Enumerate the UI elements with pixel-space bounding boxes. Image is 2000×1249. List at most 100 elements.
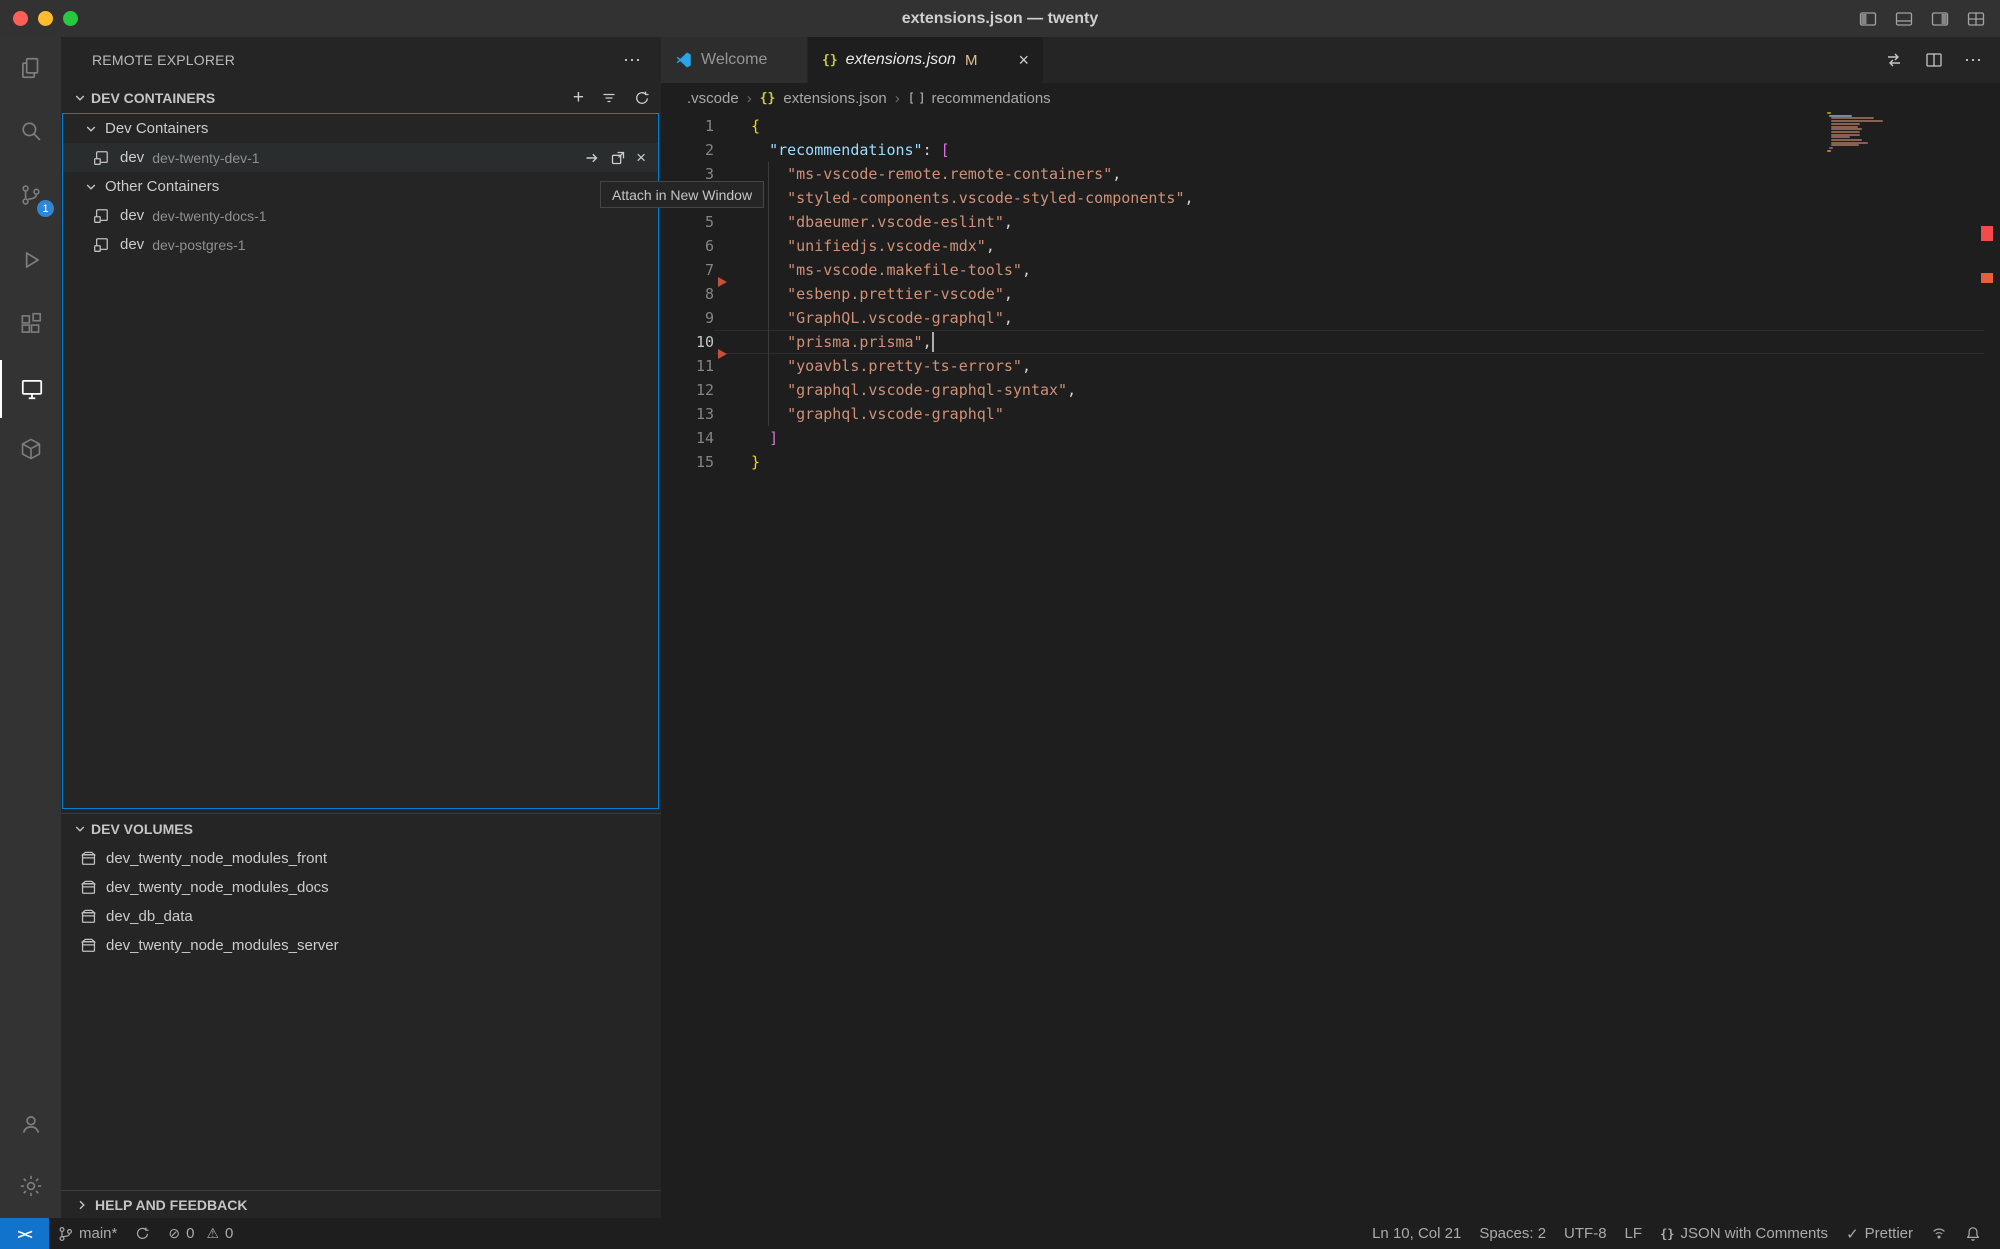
line-number: 1 — [661, 114, 714, 138]
volume-item-dev_twenty_node_modules_front[interactable]: dev_twenty_node_modules_front — [61, 844, 661, 873]
vscode-logo-icon — [675, 51, 693, 69]
activity-explorer-icon[interactable] — [0, 39, 61, 97]
code-line-7[interactable]: 7 "ms-vscode.makefile-tools", — [661, 258, 2000, 282]
activity-source-control-icon[interactable]: 1 — [0, 166, 61, 224]
tab-extensions-json[interactable]: {} extensions.json M × — [808, 37, 1043, 83]
indentation-item[interactable]: Spaces: 2 — [1470, 1225, 1555, 1242]
settings-gear-icon[interactable] — [0, 1157, 61, 1215]
code-line-10[interactable]: 10 "prisma.prisma", — [661, 330, 2000, 354]
line-number: 10 — [661, 330, 714, 354]
code-line-4[interactable]: 4 "styled-components.vscode-styled-compo… — [661, 186, 2000, 210]
attach-to-container-icon[interactable] — [584, 150, 600, 166]
activity-containers-icon[interactable] — [0, 420, 61, 478]
line-number: 5 — [661, 210, 714, 234]
more-actions-icon[interactable]: ⋯ — [623, 50, 641, 71]
sync-icon — [135, 1226, 150, 1241]
volume-item-dev_twenty_node_modules_server[interactable]: dev_twenty_node_modules_server — [61, 931, 661, 960]
activity-search-icon[interactable] — [0, 102, 61, 160]
code-line-13[interactable]: 13 "graphql.vscode-graphql" — [661, 402, 2000, 426]
formatter-item[interactable]: ✓ Prettier — [1837, 1225, 1922, 1243]
container-item-dev-twenty-docs-1[interactable]: devdev-twenty-docs-1 — [63, 201, 658, 230]
volume-icon — [80, 850, 97, 867]
overview-ruler-mark — [1981, 226, 1993, 241]
overview-ruler-mark — [1981, 273, 1993, 283]
toggle-primary-sidebar-icon[interactable] — [1858, 9, 1878, 29]
line-number: 13 — [661, 402, 714, 426]
code-line-2[interactable]: 2 "recommendations": [ — [661, 138, 2000, 162]
attach-in-new-window-icon[interactable] — [610, 150, 626, 166]
code-line-1[interactable]: 1{ — [661, 114, 2000, 138]
json-file-icon: {} — [822, 53, 838, 68]
notifications-bell-icon[interactable] — [1956, 1226, 1990, 1242]
close-container-icon[interactable]: × — [636, 150, 646, 166]
tooltip-attach-in-new-window: Attach in New Window — [600, 181, 764, 208]
eol-item[interactable]: LF — [1616, 1225, 1652, 1242]
dev-volumes-header[interactable]: DEV VOLUMES — [61, 814, 661, 844]
breadcrumb-symbol[interactable]: recommendations — [931, 90, 1050, 107]
remote-icon: >< — [17, 1226, 31, 1242]
tree-group-dev-containers[interactable]: Dev Containers — [63, 114, 658, 143]
split-editor-icon[interactable] — [1924, 50, 1944, 70]
tab-welcome[interactable]: Welcome — [661, 37, 808, 83]
code-line-5[interactable]: 5 "dbaeumer.vscode-eslint", — [661, 210, 2000, 234]
layout-controls — [1858, 0, 1986, 37]
problems-item[interactable]: ⊘ 0 ⚠ 0 — [159, 1218, 242, 1249]
line-number: 15 — [661, 450, 714, 474]
filter-icon[interactable] — [601, 90, 617, 106]
toggle-panel-icon[interactable] — [1894, 9, 1914, 29]
editor-actions: ⋯ — [1884, 37, 1982, 83]
warning-icon: ⚠ — [206, 1225, 219, 1242]
status-right: Ln 10, Col 21 Spaces: 2 UTF-8 LF {} JSON… — [1363, 1225, 2000, 1243]
container-item-dev-postgres-1[interactable]: devdev-postgres-1 — [63, 230, 658, 259]
code-line-15[interactable]: 15} — [661, 450, 2000, 474]
git-deleted-marker — [718, 349, 727, 359]
code-line-11[interactable]: 11 "yoavbls.pretty-ts-errors", — [661, 354, 2000, 378]
more-actions-icon[interactable]: ⋯ — [1964, 50, 1982, 71]
activity-bar: 1 — [0, 37, 61, 1218]
volume-item-dev_twenty_node_modules_docs[interactable]: dev_twenty_node_modules_docs — [61, 873, 661, 902]
toggle-secondary-sidebar-icon[interactable] — [1930, 9, 1950, 29]
code-line-12[interactable]: 12 "graphql.vscode-graphql-syntax", — [661, 378, 2000, 402]
accounts-icon[interactable] — [0, 1095, 61, 1153]
section-help-and-feedback[interactable]: HELP AND FEEDBACK — [61, 1190, 661, 1218]
container-item-dev-twenty-dev-1[interactable]: devdev-twenty-dev-1× — [63, 143, 658, 172]
window-title: extensions.json — twenty — [0, 0, 2000, 37]
new-container-icon[interactable]: + — [573, 90, 584, 106]
code-line-8[interactable]: 8 "esbenp.prettier-vscode", — [661, 282, 2000, 306]
code-line-6[interactable]: 6 "unifiedjs.vscode-mdx", — [661, 234, 2000, 258]
tree-group-other-containers[interactable]: Other Containers — [63, 172, 658, 201]
check-icon: ✓ — [1846, 1225, 1859, 1243]
language-mode-item[interactable]: {} JSON with Comments — [1651, 1225, 1837, 1242]
chevron-right-icon — [74, 1197, 90, 1213]
code-line-9[interactable]: 9 "GraphQL.vscode-graphql", — [661, 306, 2000, 330]
chevron-down-icon — [72, 821, 88, 837]
chevron-separator-icon: › — [747, 90, 752, 107]
activity-extensions-icon[interactable] — [0, 295, 61, 353]
sync-button[interactable] — [126, 1218, 159, 1249]
cursor-position-item[interactable]: Ln 10, Col 21 — [1363, 1225, 1470, 1242]
broadcast-icon[interactable] — [1922, 1226, 1956, 1242]
editor-group: Welcome {} extensions.json M × ⋯ .vscode… — [661, 37, 2000, 1218]
sidebar-title: REMOTE EXPLORER — [92, 52, 235, 68]
breadcrumb-folder[interactable]: .vscode — [687, 90, 739, 107]
remote-indicator[interactable]: >< — [0, 1218, 49, 1249]
json-braces-icon: {} — [1660, 1227, 1674, 1241]
status-bar: >< main* ⊘ 0 ⚠ 0 Ln 10, Col 21 Spaces: 2… — [0, 1218, 2000, 1249]
git-branch-item[interactable]: main* — [49, 1218, 126, 1249]
refresh-icon[interactable] — [634, 90, 650, 106]
dev-containers-tree[interactable]: Dev Containersdevdev-twenty-dev-1×Other … — [62, 113, 659, 809]
volume-item-dev_db_data[interactable]: dev_db_data — [61, 902, 661, 931]
section-dev-containers[interactable]: DEV CONTAINERS + — [61, 83, 661, 113]
close-tab-icon[interactable]: × — [1018, 51, 1029, 69]
breadcrumb-file[interactable]: extensions.json — [783, 90, 886, 107]
activity-remote-explorer-icon[interactable] — [0, 360, 61, 418]
volume-icon — [80, 937, 97, 954]
minimap[interactable] — [1821, 107, 1901, 167]
code-line-14[interactable]: 14 ] — [661, 426, 2000, 450]
code-line-3[interactable]: 3 "ms-vscode-remote.remote-containers", — [661, 162, 2000, 186]
open-changes-icon[interactable] — [1884, 50, 1904, 70]
customize-layout-icon[interactable] — [1966, 9, 1986, 29]
activity-run-debug-icon[interactable] — [0, 231, 61, 289]
encoding-item[interactable]: UTF-8 — [1555, 1225, 1616, 1242]
git-modified-badge: M — [965, 52, 978, 69]
